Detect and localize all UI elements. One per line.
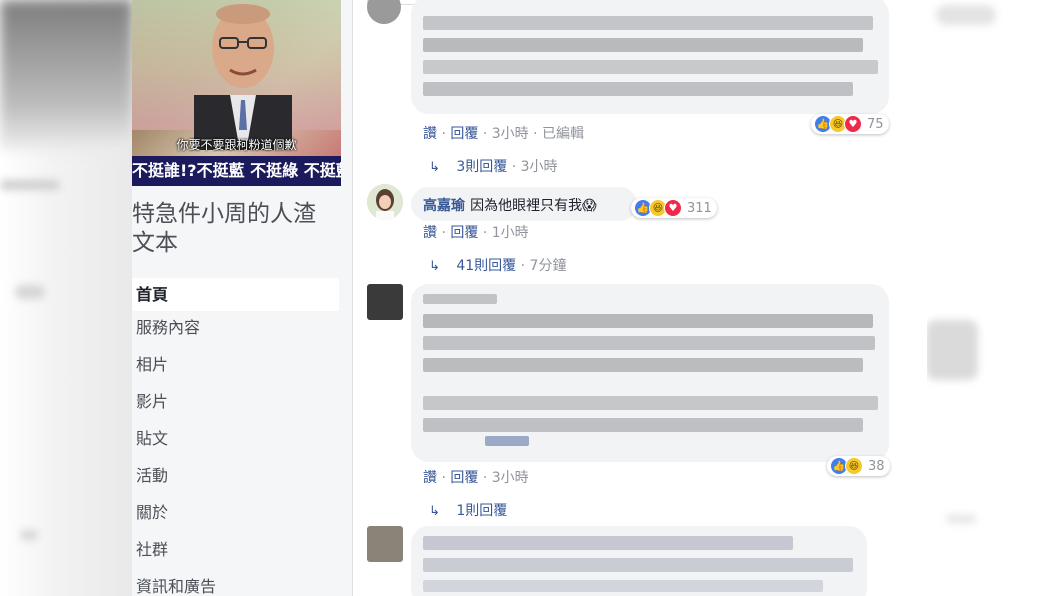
pixelated-text <box>423 314 873 328</box>
replies-time: 7分鐘 <box>529 258 567 274</box>
separator: · <box>441 126 446 142</box>
reply-arrow-icon: ↳ <box>429 504 440 519</box>
pixelated-name <box>423 294 497 304</box>
pixelated-text <box>423 60 878 74</box>
avatar[interactable] <box>367 184 403 220</box>
avatar[interactable] <box>367 0 401 24</box>
blurred-blob <box>946 515 976 523</box>
blurred-photo-region <box>0 0 132 150</box>
comment-bubble-blurred <box>411 284 889 462</box>
pixelated-text <box>423 580 823 592</box>
separator: · <box>482 225 488 241</box>
pixelated-text <box>423 396 878 410</box>
comment-actions: 讚 · 回覆 · 3小時 <box>423 467 529 487</box>
shocked-emoji: 😱 <box>582 198 597 214</box>
speaker-figure <box>194 4 292 150</box>
nav-item-home[interactable]: 首頁 <box>132 278 339 311</box>
avatar[interactable] <box>367 284 403 320</box>
view-replies-link[interactable]: ↳ 3則回覆 · 3小時 <box>429 156 558 176</box>
reaction-count: 75 <box>867 116 884 132</box>
avatar[interactable] <box>367 526 403 562</box>
love-icon: ♥ <box>664 199 682 217</box>
comment-time[interactable]: 3小時 <box>492 470 529 486</box>
reply-link[interactable]: 回覆 <box>450 225 478 241</box>
nav-item-info-ads[interactable]: 資訊和廣告 <box>132 570 341 596</box>
comment-bubble-blurred <box>411 0 889 114</box>
page-nav: 首頁 服務內容 相片 影片 貼文 活動 關於 社群 資訊和廣告 <box>132 278 341 596</box>
nav-item-posts[interactable]: 貼文 <box>132 422 341 459</box>
reaction-count: 38 <box>868 458 885 474</box>
reply-arrow-icon: ↳ <box>429 160 440 175</box>
separator: · <box>441 470 446 486</box>
pixelated-text <box>423 38 863 52</box>
comment-time[interactable]: 1小時 <box>492 225 529 241</box>
pixelated-text <box>423 418 863 432</box>
comment-bubble-blurred <box>411 526 867 596</box>
pixelated-text <box>423 358 863 372</box>
separator: · <box>533 126 538 142</box>
pixelated-link <box>485 436 529 446</box>
avatar-portrait <box>367 184 403 220</box>
like-link[interactable]: 讚 <box>423 225 437 241</box>
pixelated-text <box>423 16 873 30</box>
separator: · <box>482 126 488 142</box>
replies-count: 1則回覆 <box>456 503 508 519</box>
separator: · <box>482 470 488 486</box>
comment-time[interactable]: 3小時 <box>492 126 529 142</box>
reaction-count: 311 <box>687 200 712 216</box>
reply-link[interactable]: 回覆 <box>450 126 478 142</box>
love-icon: ♥ <box>844 115 862 133</box>
comment-author[interactable]: 高嘉瑜 <box>423 198 465 214</box>
reaction-summary[interactable]: 👍 😆 ♥ 311 <box>631 198 717 218</box>
nav-item-events[interactable]: 活動 <box>132 459 341 496</box>
view-replies-link[interactable]: ↳ 41則回覆 · 7分鐘 <box>429 255 566 275</box>
replies-time: 3小時 <box>520 159 558 175</box>
page-cover-photo[interactable]: 你要不要跟柯粉道個歉 不挺誰!?不挺藍 不挺綠 不挺藍綠!? <box>132 0 341 186</box>
pixelated-text <box>423 558 853 572</box>
separator: · <box>511 159 521 175</box>
separator: · <box>520 258 530 274</box>
pixelated-text <box>423 336 875 350</box>
video-subtitle: 你要不要跟柯粉道個歉 <box>176 138 297 152</box>
comment-actions: 讚 · 回覆 · 1小時 <box>423 222 529 242</box>
nav-item-videos[interactable]: 影片 <box>132 385 341 422</box>
page-sidebar: 你要不要跟柯粉道個歉 不挺誰!?不挺藍 不挺綠 不挺藍綠!? 特急件小周的人渣文… <box>132 0 352 596</box>
reply-link[interactable]: 回覆 <box>450 470 478 486</box>
haha-icon: 😆 <box>845 457 863 475</box>
nav-item-photos[interactable]: 相片 <box>132 348 341 385</box>
pixelated-text <box>423 82 853 96</box>
comment-actions: 讚 · 回覆 · 3小時 · 已編輯 <box>423 123 584 143</box>
replies-count: 41則回覆 <box>456 258 517 274</box>
reply-arrow-icon: ↳ <box>429 259 440 274</box>
view-replies-link[interactable]: ↳ 1則回覆 <box>429 500 507 520</box>
blurred-blob <box>926 320 978 380</box>
news-ticker: 不挺誰!?不挺藍 不挺綠 不挺藍綠!? <box>132 156 341 186</box>
page-title[interactable]: 特急件小周的人渣文本 <box>132 200 337 258</box>
like-link[interactable]: 讚 <box>423 470 437 486</box>
blurred-left-background <box>0 0 132 596</box>
pixelated-text <box>423 536 793 550</box>
blurred-blob <box>0 180 60 190</box>
comment-bubble: 高嘉瑜 因為他眼裡只有我😱 <box>411 187 637 221</box>
like-link[interactable]: 讚 <box>423 126 437 142</box>
comment-text: 因為他眼裡只有我 <box>470 198 583 214</box>
blurred-blob <box>936 5 996 25</box>
separator: · <box>441 225 446 241</box>
reaction-summary[interactable]: 👍 😆 ♥ 75 <box>811 114 889 134</box>
nav-item-services[interactable]: 服務內容 <box>132 311 341 348</box>
blurred-right-background <box>926 0 1060 596</box>
edited-label[interactable]: 已編輯 <box>542 126 584 142</box>
nav-item-about[interactable]: 關於 <box>132 496 341 533</box>
nav-item-community[interactable]: 社群 <box>132 533 341 570</box>
blurred-blob <box>15 285 45 299</box>
reaction-summary[interactable]: 👍 😆 38 <box>827 456 890 476</box>
blurred-blob <box>20 530 38 540</box>
replies-count: 3則回覆 <box>456 159 508 175</box>
comments-feed: 👍 😆 ♥ 75 讚 · 回覆 · 3小時 · 已編輯 ↳ 3則回覆 · 3小時… <box>352 0 927 596</box>
